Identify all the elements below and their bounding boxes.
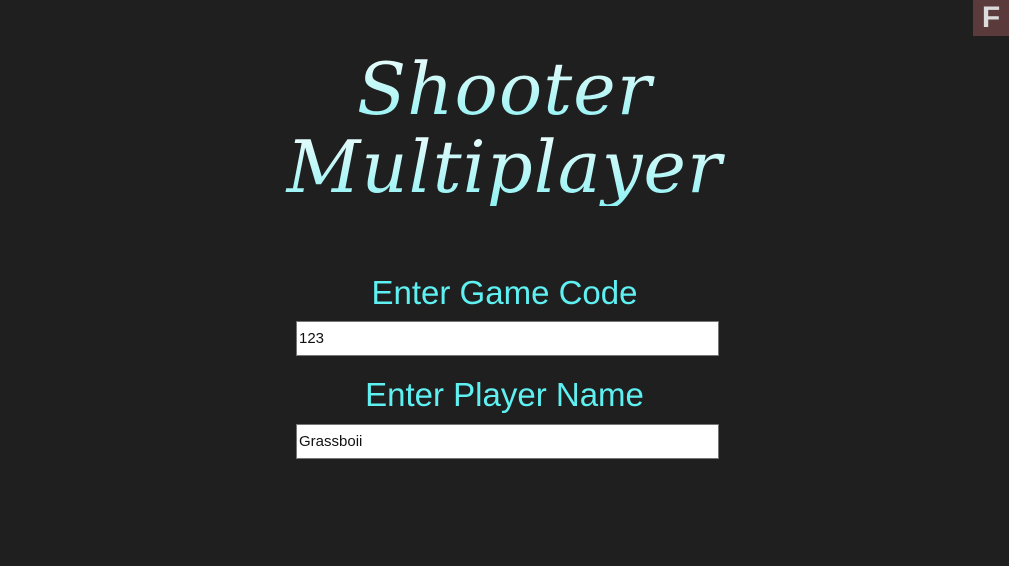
game-title-line-2: Multiplayer: [0, 128, 1009, 206]
game-title-line-1: Shooter: [0, 50, 1009, 128]
f-logo-icon[interactable]: F: [973, 0, 1009, 36]
game-code-input[interactable]: [296, 321, 719, 356]
game-lobby-screen: F Shooter Multiplayer Enter Game Code En…: [0, 0, 1009, 566]
game-code-label: Enter Game Code: [371, 274, 638, 311]
player-name-label: Enter Player Name: [365, 376, 644, 413]
player-name-input[interactable]: [296, 424, 719, 459]
